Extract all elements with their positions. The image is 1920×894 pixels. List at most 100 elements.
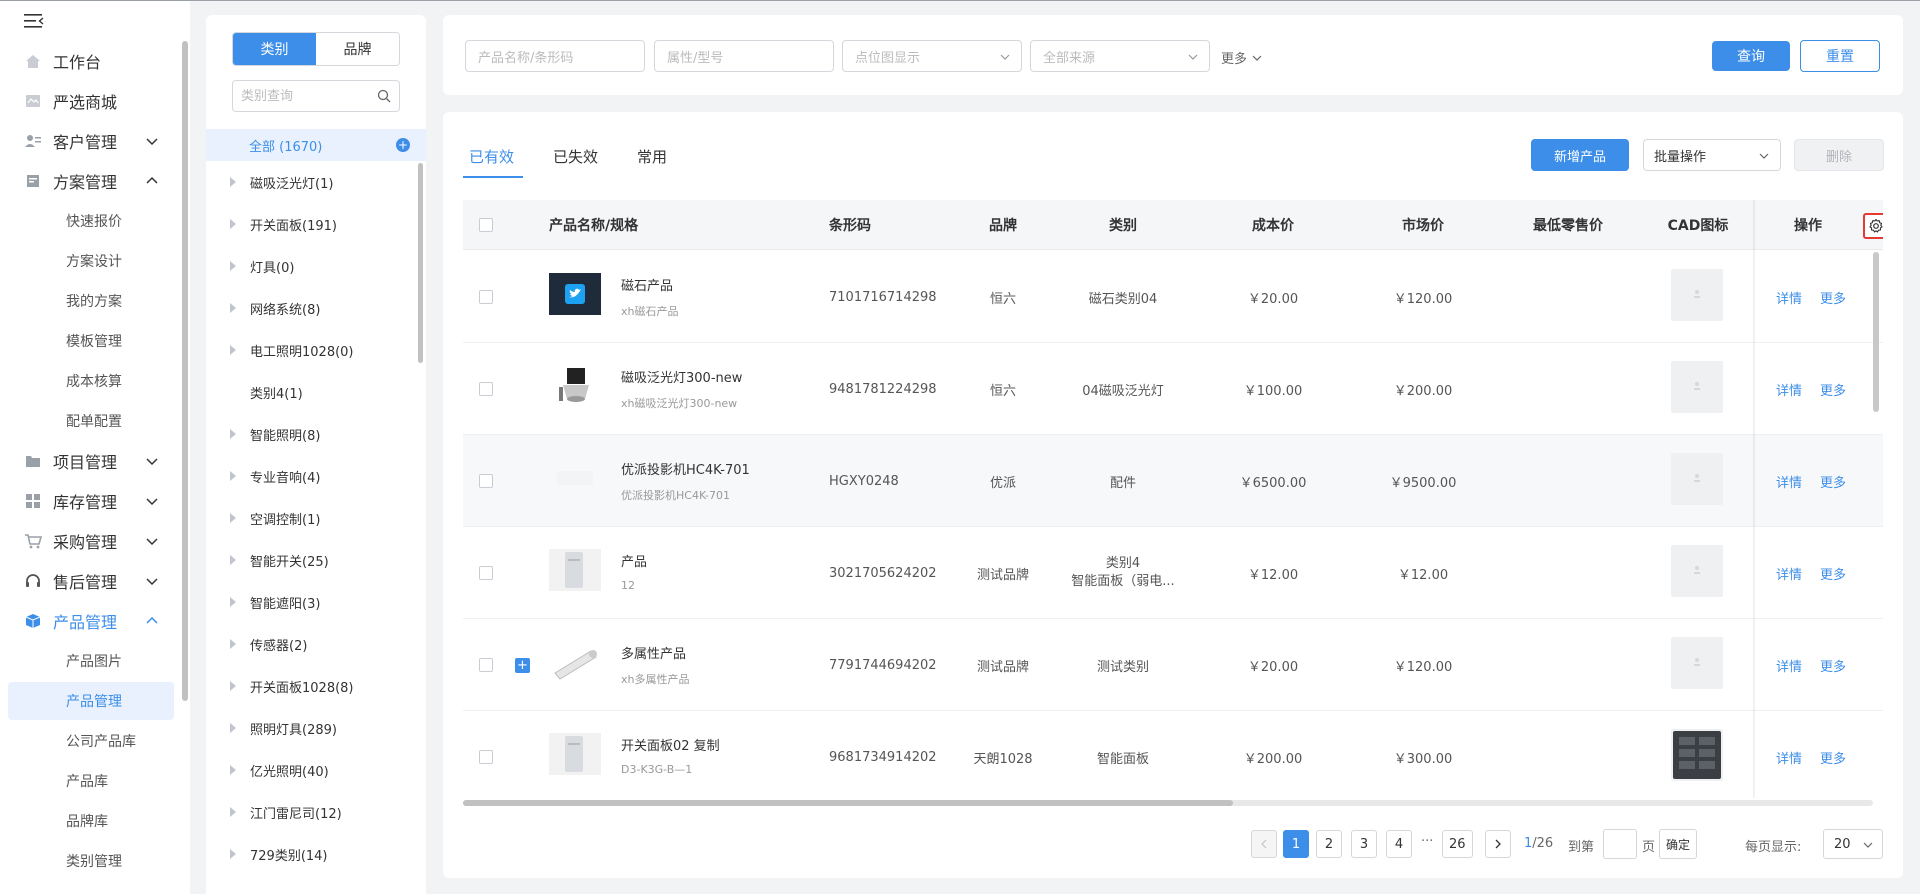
- sidebar-sub-templates[interactable]: 模板管理: [8, 322, 174, 360]
- tab-category[interactable]: 类别: [233, 33, 316, 65]
- expand-row-button[interactable]: +: [515, 658, 530, 673]
- category-item[interactable]: 智能开关(25): [206, 543, 416, 577]
- page-button-3[interactable]: 3: [1351, 830, 1377, 858]
- expand-triangle-icon[interactable]: [230, 261, 236, 271]
- sidebar-sub-company-products[interactable]: 公司产品库: [8, 722, 174, 760]
- source-select[interactable]: 全部来源: [1030, 40, 1210, 72]
- more-link[interactable]: 更多: [1820, 711, 1846, 798]
- category-item[interactable]: 磁吸泛光灯(1): [206, 165, 416, 199]
- sidebar-item-purchase[interactable]: 采购管理: [0, 521, 174, 561]
- expand-triangle-icon[interactable]: [230, 723, 236, 733]
- expand-triangle-icon[interactable]: [230, 471, 236, 481]
- row-checkbox[interactable]: [479, 658, 493, 672]
- bulk-actions-select[interactable]: 批量操作: [1643, 139, 1781, 171]
- table-row[interactable]: + 多属性产品 xh多属性产品 7791744694202 测试品牌 测试类别 ￥20.00…: [463, 619, 1883, 711]
- add-category-icon[interactable]: +: [396, 138, 410, 152]
- expand-triangle-icon[interactable]: [230, 303, 236, 313]
- product-name[interactable]: 开关面板02 复制: [621, 735, 720, 754]
- tab-active[interactable]: 已有效: [469, 146, 514, 167]
- sidebar-sub-my-plans[interactable]: 我的方案: [8, 282, 174, 320]
- cad-thumbnail[interactable]: [1671, 729, 1723, 781]
- product-name[interactable]: 多属性产品: [621, 643, 686, 662]
- more-filters-button[interactable]: 更多: [1221, 48, 1263, 67]
- add-product-button[interactable]: 新增产品: [1531, 139, 1629, 171]
- point-display-select[interactable]: 点位图显示: [842, 40, 1022, 72]
- cad-thumbnail[interactable]: [1671, 269, 1723, 321]
- category-item[interactable]: 729类别(14): [206, 837, 416, 871]
- cad-thumbnail[interactable]: [1671, 361, 1723, 413]
- tab-brand[interactable]: 品牌: [316, 33, 399, 65]
- category-item[interactable]: 电工照明1028(0): [206, 333, 416, 367]
- search-icon[interactable]: [377, 89, 391, 103]
- detail-link[interactable]: 详情: [1776, 343, 1802, 435]
- sidebar-item-customer[interactable]: 客户管理: [0, 121, 174, 161]
- select-all-checkbox[interactable]: [479, 218, 493, 232]
- next-page-button[interactable]: [1485, 830, 1511, 858]
- sidebar-item-aftersales[interactable]: 售后管理: [0, 561, 174, 601]
- category-item[interactable]: 专业音响(4): [206, 459, 416, 493]
- product-thumbnail[interactable]: [549, 641, 601, 683]
- sidebar-item-product[interactable]: 产品管理: [0, 601, 174, 641]
- product-name[interactable]: 磁吸泛光灯300-new: [621, 367, 742, 386]
- sidebar-sub-category-management[interactable]: 类别管理: [8, 842, 174, 880]
- delete-button[interactable]: 删除: [1794, 139, 1884, 171]
- table-row[interactable]: 产品 12 3021705624202 测试品牌 类别4 智能面板（弱电... ￥12.00…: [463, 527, 1883, 619]
- category-all[interactable]: 全部 (1670) +: [206, 129, 426, 161]
- expand-triangle-icon[interactable]: [230, 639, 236, 649]
- category-item[interactable]: 网络系统(8): [206, 291, 416, 325]
- row-checkbox[interactable]: [479, 750, 493, 764]
- expand-triangle-icon[interactable]: [230, 429, 236, 439]
- category-item[interactable]: 灯具(0): [206, 249, 416, 283]
- category-item[interactable]: 照明灯具(289): [206, 711, 416, 745]
- detail-link[interactable]: 详情: [1776, 619, 1802, 711]
- sidebar-sub-product-library[interactable]: 产品库: [8, 762, 174, 800]
- tab-expired[interactable]: 已失效: [553, 146, 598, 167]
- category-item[interactable]: 开关面板(191): [206, 207, 416, 241]
- table-row[interactable]: 优派投影机HC4K-701 优派投影机HC4K-701 HGXY0248 优派 配件 ￥6…: [463, 435, 1883, 527]
- product-thumbnail[interactable]: [549, 733, 601, 775]
- category-item[interactable]: 亿光照明(40): [206, 753, 416, 787]
- row-checkbox[interactable]: [479, 290, 493, 304]
- row-checkbox[interactable]: [479, 566, 493, 580]
- sidebar-sub-product-management[interactable]: 产品管理: [8, 682, 174, 720]
- expand-triangle-icon[interactable]: [230, 849, 236, 859]
- expand-triangle-icon[interactable]: [230, 765, 236, 775]
- detail-link[interactable]: 详情: [1776, 251, 1802, 343]
- detail-link[interactable]: 详情: [1776, 711, 1802, 798]
- page-button-26[interactable]: 26: [1442, 830, 1473, 858]
- category-item[interactable]: 智能遮阳(3): [206, 585, 416, 619]
- product-name[interactable]: 产品: [621, 551, 647, 570]
- reset-button[interactable]: 重置: [1800, 40, 1880, 72]
- expand-triangle-icon[interactable]: [230, 177, 236, 187]
- product-name[interactable]: 磁石产品: [621, 275, 673, 294]
- expand-triangle-icon[interactable]: [230, 597, 236, 607]
- expand-triangle-icon[interactable]: [230, 345, 236, 355]
- category-scrollbar[interactable]: [418, 163, 423, 363]
- category-search-input[interactable]: [241, 88, 371, 104]
- category-item[interactable]: 江门雷尼司(12): [206, 795, 416, 829]
- product-name-input[interactable]: 产品名称/条形码: [465, 40, 645, 72]
- sidebar-item-project[interactable]: 项目管理: [0, 441, 174, 481]
- tab-common[interactable]: 常用: [637, 146, 667, 167]
- row-checkbox[interactable]: [479, 474, 493, 488]
- detail-link[interactable]: 详情: [1776, 527, 1802, 619]
- more-link[interactable]: 更多: [1820, 619, 1846, 711]
- category-item[interactable]: 传感器(2): [206, 627, 416, 661]
- expand-triangle-icon[interactable]: [230, 219, 236, 229]
- more-link[interactable]: 更多: [1820, 435, 1846, 527]
- attribute-model-input[interactable]: 属性/型号: [654, 40, 834, 72]
- page-button-4[interactable]: 4: [1386, 830, 1412, 858]
- cad-thumbnail[interactable]: [1671, 453, 1723, 505]
- more-link[interactable]: 更多: [1820, 527, 1846, 619]
- detail-link[interactable]: 详情: [1776, 435, 1802, 527]
- page-button-2[interactable]: 2: [1316, 830, 1342, 858]
- menu-collapse-icon[interactable]: [24, 13, 44, 29]
- product-thumbnail[interactable]: [549, 457, 601, 499]
- sidebar-scrollbar[interactable]: [182, 41, 188, 701]
- expand-triangle-icon[interactable]: [230, 681, 236, 691]
- more-link[interactable]: 更多: [1820, 343, 1846, 435]
- category-item[interactable]: 类别4(1): [206, 375, 416, 409]
- row-checkbox[interactable]: [479, 382, 493, 396]
- category-item[interactable]: 智能照明(8): [206, 417, 416, 451]
- table-vertical-scrollbar[interactable]: [1873, 252, 1879, 412]
